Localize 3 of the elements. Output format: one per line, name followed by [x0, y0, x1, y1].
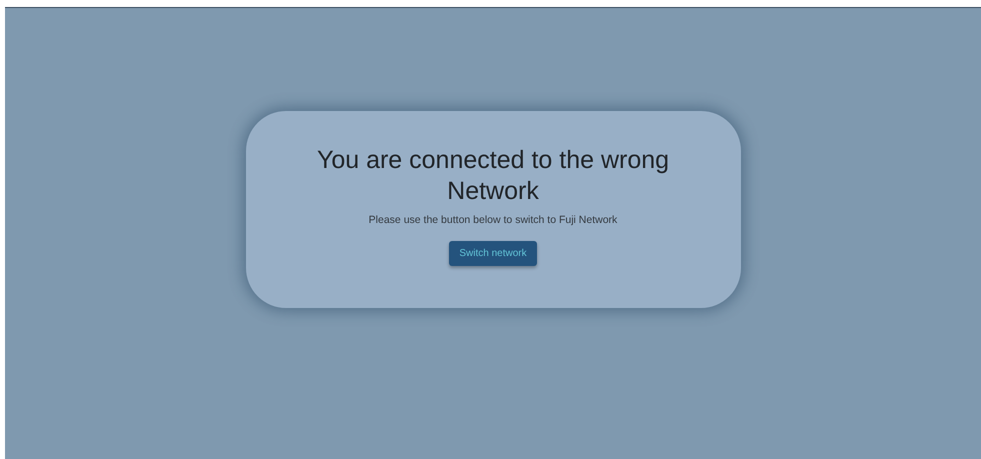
dialog-title: You are connected to the wrong Network — [316, 145, 670, 206]
dialog-message: Please use the button below to switch to Fuji Network — [368, 213, 618, 228]
switch-network-button[interactable]: Switch network — [449, 240, 537, 266]
